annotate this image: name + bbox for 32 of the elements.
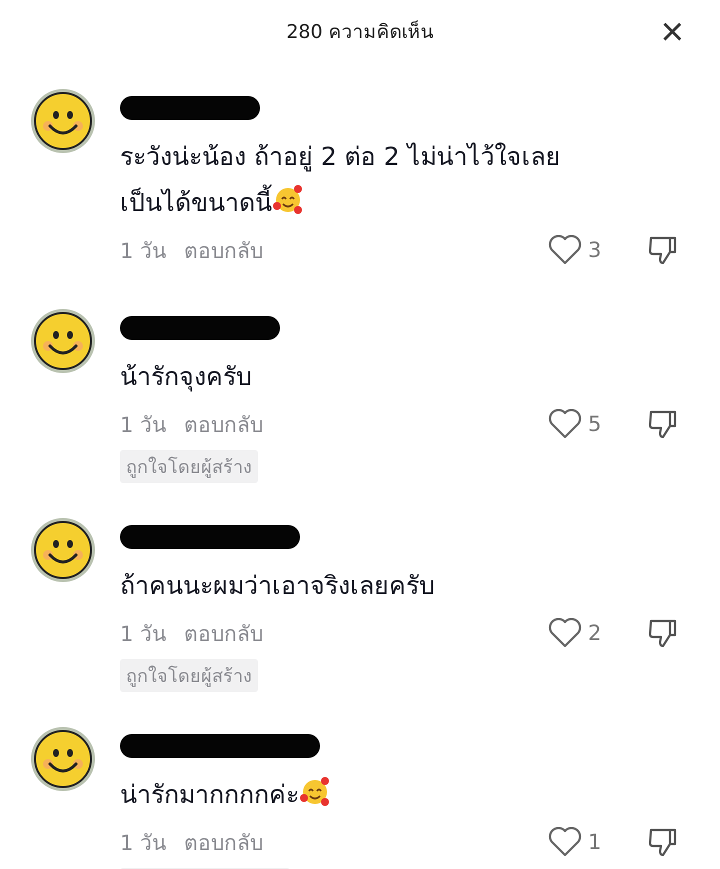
comment-text: ระวังน่ะน้อง ถ้าอยู่ 2 ต่อ 2 ไม่น่าไว้ใจเลย เป็นได้ขนาดนี้ — [120, 141, 562, 219]
smiley-avatar-icon[interactable] — [30, 726, 96, 792]
comment-time: 1 วัน — [120, 620, 166, 648]
reply-button[interactable]: ตอบกลับ — [184, 826, 264, 858]
heart-icon[interactable] — [548, 409, 582, 439]
thumbs-down-icon[interactable] — [648, 617, 678, 649]
comment-time: 1 วัน — [120, 830, 166, 856]
like-count: 5 — [588, 412, 602, 436]
comments-count-title: 280 ความคิดเห็น — [286, 19, 434, 45]
comment-time: 1 วัน — [120, 238, 166, 264]
close-button[interactable]: × — [654, 12, 690, 52]
thumbs-down-icon[interactable] — [648, 826, 678, 858]
reply-button[interactable]: ตอบกลับ — [184, 408, 264, 440]
heart-icon[interactable] — [548, 235, 582, 265]
reply-button[interactable]: ตอบกลับ — [184, 234, 264, 266]
thumbs-down-icon[interactable] — [648, 408, 678, 440]
like-count: 3 — [588, 238, 602, 262]
smiley-avatar-icon[interactable] — [30, 517, 96, 583]
comment-text: น้ารักจุงครับ — [120, 361, 253, 394]
like-count: 1 — [588, 830, 602, 854]
heart-icon[interactable] — [548, 618, 582, 648]
comment-text: ถ้าคนนะผมว่าเอาจริงเลยครับ — [120, 570, 436, 602]
smiley-avatar-icon[interactable] — [30, 308, 96, 374]
liked-by-creator-badge: ถูกใจโดยผู้สร้าง — [120, 450, 258, 483]
liked-by-creator-badge: ถูกใจโดยผู้สร้าง — [120, 659, 258, 692]
smiley-avatar-icon[interactable] — [30, 88, 96, 154]
comment-text: น่ารักมากกกกค่ะ — [120, 772, 600, 818]
like-count: 2 — [588, 621, 602, 645]
thumbs-down-icon[interactable] — [648, 234, 678, 266]
comment-time: 1 วัน — [120, 412, 166, 438]
heart-icon[interactable] — [548, 827, 582, 857]
reply-button[interactable]: ตอบกลับ — [184, 616, 264, 650]
